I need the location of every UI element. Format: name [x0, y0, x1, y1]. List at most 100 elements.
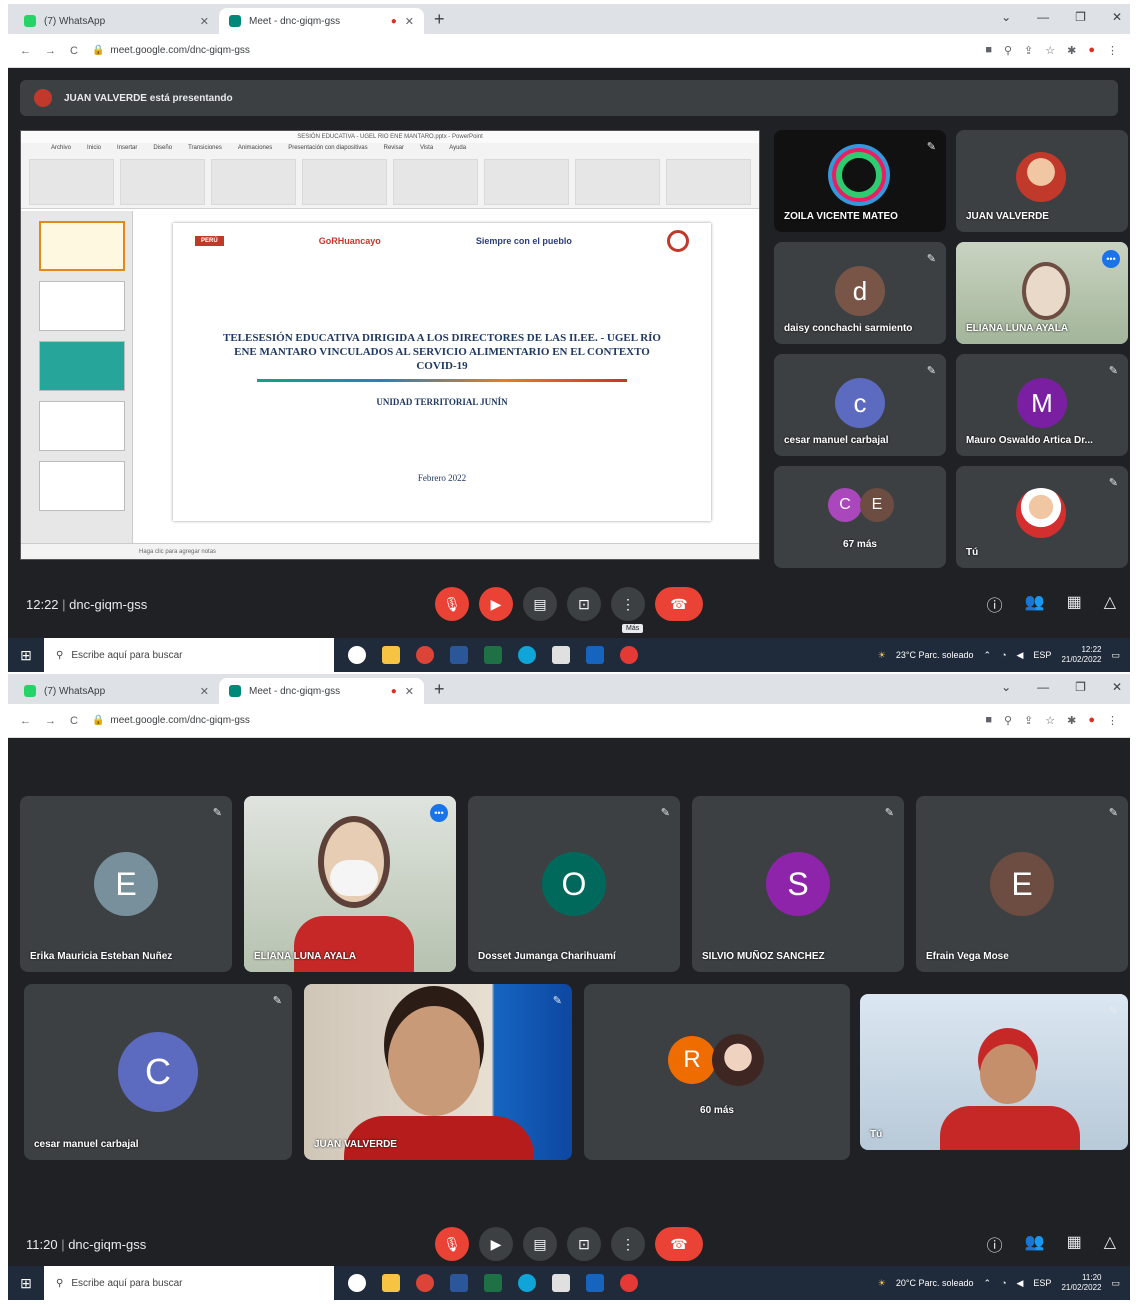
- language-indicator[interactable]: ESP: [1033, 1278, 1051, 1288]
- tab-meet[interactable]: Meet - dnc-giqm-gss ● ✕: [219, 678, 424, 704]
- end-call-button[interactable]: ☎: [655, 587, 703, 621]
- activities-icon[interactable]: △: [1104, 592, 1116, 616]
- participant-tile[interactable]: O ✎ Dosset Jumanga Charihuamí: [468, 796, 680, 972]
- tab-whatsapp[interactable]: (7) WhatsApp ✕: [14, 8, 219, 34]
- present-button[interactable]: ⊡: [567, 1227, 601, 1261]
- tab-whatsapp[interactable]: (7) WhatsApp ✕: [14, 678, 219, 704]
- tab-meet[interactable]: Meet - dnc-giqm-gss ● ✕: [219, 8, 424, 34]
- new-tab-button[interactable]: +: [424, 679, 455, 700]
- chrome-icon[interactable]: [416, 646, 434, 664]
- participant-tile[interactable]: C E 67 más: [774, 466, 946, 568]
- back-icon[interactable]: ←: [20, 45, 31, 57]
- chrome-icon[interactable]: [416, 1274, 434, 1292]
- camera-icon[interactable]: ■: [985, 44, 992, 57]
- excel-icon[interactable]: [484, 1274, 502, 1292]
- wifi-icon[interactable]: ◔: [1001, 650, 1006, 660]
- self-tile[interactable]: ✎ Tú: [860, 994, 1128, 1150]
- mic-toggle-button[interactable]: 🎙: [435, 1227, 469, 1261]
- participant-tile[interactable]: d ✎ daisy conchachi sarmiento: [774, 242, 946, 344]
- close-window-button[interactable]: ✕: [1112, 10, 1122, 24]
- calendar-icon[interactable]: [552, 646, 570, 664]
- participant-tile[interactable]: ••• ELIANA LUNA AYALA: [956, 242, 1128, 344]
- close-icon[interactable]: ✕: [200, 15, 209, 28]
- excel-icon[interactable]: [484, 646, 502, 664]
- zoom-icon[interactable]: ⚲: [1004, 44, 1012, 57]
- task-view-icon[interactable]: [348, 646, 366, 664]
- chevron-up-icon[interactable]: ⌃: [984, 650, 992, 661]
- maximize-button[interactable]: ❐: [1075, 680, 1086, 694]
- volume-icon[interactable]: ◀: [1017, 1278, 1024, 1289]
- slide-thumbnail[interactable]: [39, 281, 125, 331]
- notifications-icon[interactable]: ▭: [1111, 1278, 1120, 1289]
- chevron-down-icon[interactable]: ⌄: [1001, 10, 1011, 24]
- zoom-icon[interactable]: ⚲: [1004, 714, 1012, 727]
- end-call-button[interactable]: ☎: [655, 1227, 703, 1261]
- minimize-button[interactable]: —: [1037, 10, 1049, 24]
- notes-bar[interactable]: Haga clic para agregar notas: [21, 543, 759, 559]
- back-icon[interactable]: ←: [20, 715, 31, 727]
- slide-thumbnail[interactable]: [39, 401, 125, 451]
- close-icon[interactable]: ✕: [405, 15, 414, 28]
- captions-button[interactable]: ▤: [523, 1227, 557, 1261]
- slide-thumbnail[interactable]: [39, 461, 125, 511]
- powerpoint-icon[interactable]: [586, 646, 604, 664]
- participant-tile[interactable]: S ✎ SILVIO MUÑOZ SANCHEZ: [692, 796, 904, 972]
- clock[interactable]: 12:22 21/02/2022: [1061, 645, 1101, 665]
- new-tab-button[interactable]: +: [424, 9, 455, 30]
- powerpoint-icon[interactable]: [586, 1274, 604, 1292]
- windows-start-icon[interactable]: ⊞: [8, 647, 44, 664]
- word-icon[interactable]: [450, 646, 468, 664]
- info-icon[interactable]: ⓘ: [987, 1232, 1003, 1256]
- info-icon[interactable]: ⓘ: [987, 592, 1003, 616]
- slide-thumbnail[interactable]: [39, 341, 125, 391]
- star-icon[interactable]: ☆: [1045, 44, 1055, 57]
- ribbon-tab[interactable]: Animaciones: [238, 145, 272, 151]
- close-window-button[interactable]: ✕: [1112, 680, 1122, 694]
- taskbar-search[interactable]: ⚲ Escribe aquí para buscar: [44, 638, 334, 672]
- reload-icon[interactable]: C: [70, 45, 78, 57]
- participant-tile[interactable]: ✎ ZOILA VICENTE MATEO: [774, 130, 946, 232]
- forward-icon[interactable]: →: [45, 45, 56, 57]
- participant-tile[interactable]: ••• ELIANA LUNA AYALA: [244, 796, 456, 972]
- language-indicator[interactable]: ESP: [1033, 650, 1051, 660]
- participant-tile[interactable]: JUAN VALVERDE: [956, 130, 1128, 232]
- file-explorer-icon[interactable]: [382, 1274, 400, 1292]
- ribbon-tab[interactable]: Presentación con diapositivas: [288, 145, 367, 151]
- volume-icon[interactable]: ◀: [1017, 650, 1024, 661]
- star-icon[interactable]: ☆: [1045, 714, 1055, 727]
- ribbon-tab[interactable]: Vista: [420, 145, 433, 151]
- share-icon[interactable]: ⇪: [1024, 44, 1033, 57]
- ribbon-tab[interactable]: Insertar: [117, 145, 137, 151]
- people-icon[interactable]: 👥: [1025, 1232, 1045, 1256]
- menu-icon[interactable]: ⋮: [1107, 714, 1118, 727]
- chevron-down-icon[interactable]: ⌄: [1001, 680, 1011, 694]
- file-explorer-icon[interactable]: [382, 646, 400, 664]
- activities-icon[interactable]: △: [1104, 1232, 1116, 1256]
- wifi-icon[interactable]: ◔: [1001, 1278, 1006, 1288]
- camera-icon[interactable]: ■: [985, 714, 992, 727]
- maximize-button[interactable]: ❐: [1075, 10, 1086, 24]
- forward-icon[interactable]: →: [45, 715, 56, 727]
- participant-tile[interactable]: R 60 más: [584, 984, 850, 1160]
- menu-icon[interactable]: ⋮: [1107, 44, 1118, 57]
- clock[interactable]: 11:20 21/02/2022: [1061, 1273, 1101, 1293]
- camera-toggle-button[interactable]: ▶: [479, 587, 513, 621]
- calendar-icon[interactable]: [552, 1274, 570, 1292]
- participant-tile[interactable]: E ✎ Erika Mauricia Esteban Nuñez: [20, 796, 232, 972]
- minimize-button[interactable]: —: [1037, 680, 1049, 694]
- app-icon[interactable]: [620, 646, 638, 664]
- edge-icon[interactable]: [518, 646, 536, 664]
- puzzle-icon[interactable]: ✱: [1067, 714, 1076, 727]
- participant-tile[interactable]: E ✎ Efrain Vega Mose: [916, 796, 1128, 972]
- close-icon[interactable]: ✕: [405, 685, 414, 698]
- edge-icon[interactable]: [518, 1274, 536, 1292]
- taskbar-search[interactable]: ⚲ Escribe aquí para buscar: [44, 1266, 334, 1300]
- participant-tile[interactable]: C ✎ cesar manuel carbajal: [24, 984, 292, 1160]
- slide-thumbnail[interactable]: [39, 221, 125, 271]
- windows-start-icon[interactable]: ⊞: [8, 1275, 44, 1292]
- task-view-icon[interactable]: [348, 1274, 366, 1292]
- present-button[interactable]: ⊡: [567, 587, 601, 621]
- mic-toggle-button[interactable]: 🎙: [435, 587, 469, 621]
- ribbon-tab[interactable]: Inicio: [87, 145, 101, 151]
- ribbon-tab[interactable]: Archivo: [51, 145, 71, 151]
